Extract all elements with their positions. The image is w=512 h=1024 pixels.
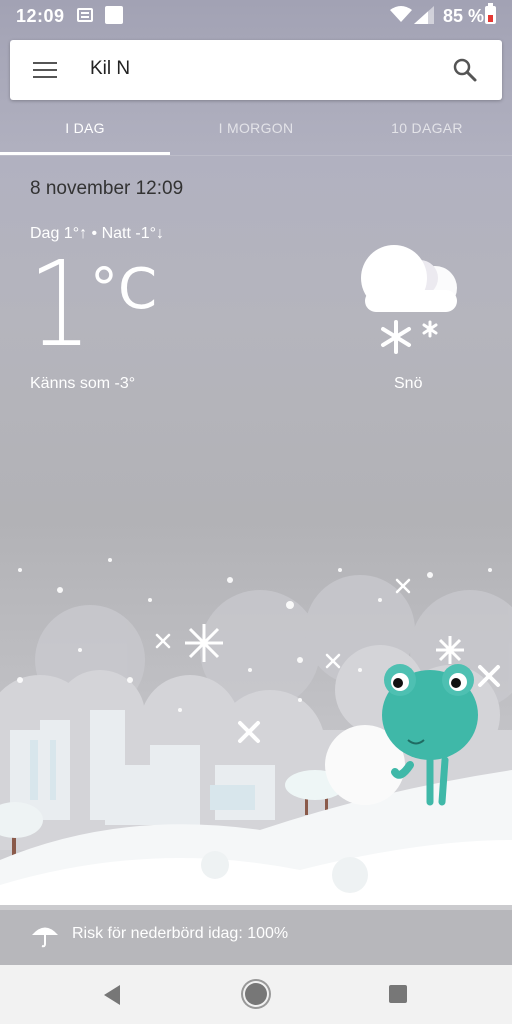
- feels-like: Känns som -3°: [30, 375, 136, 392]
- location-search-bar[interactable]: Kil N: [10, 40, 502, 100]
- current-temperature: 1: [28, 235, 92, 373]
- temperature-unit: °C: [90, 257, 158, 322]
- current-datetime: 8 november 12:09: [30, 178, 184, 199]
- search-icon[interactable]: [452, 57, 478, 83]
- home-icon[interactable]: [245, 983, 267, 1005]
- precipitation-risk: Risk för nederbörd idag: 100%: [72, 925, 289, 942]
- forecast-tabs: I DAG I MORGON 10 DAGAR: [0, 104, 512, 156]
- battery-percent: 85 %: [443, 6, 485, 26]
- menu-icon[interactable]: [33, 60, 57, 80]
- cell-signal-icon: [414, 6, 434, 24]
- weather-condition: Snö: [394, 375, 423, 392]
- battery-icon: [485, 3, 496, 24]
- back-icon[interactable]: [102, 984, 122, 1006]
- snow-cloud-icon: [361, 245, 457, 354]
- wifi-icon: [390, 6, 412, 22]
- system-nav-bar: [0, 965, 512, 1024]
- message-notification-icon: [77, 8, 93, 22]
- snowy-frog-illustration: [0, 558, 512, 910]
- active-tab-indicator: [0, 152, 170, 155]
- status-bar: 12:09 85 %: [0, 0, 512, 34]
- recent-apps-icon[interactable]: [389, 985, 407, 1003]
- weather-app-screen: 12:09 85 % Kil N I DAG I MORGON 10 DAGAR…: [0, 0, 512, 1024]
- status-time: 12:09: [16, 6, 65, 26]
- tab-divider: [0, 155, 512, 156]
- precipitation-bar: Risk för nederbörd idag: 100%: [0, 905, 512, 965]
- tab-today[interactable]: I DAG: [0, 104, 170, 156]
- tab-tomorrow[interactable]: I MORGON: [171, 104, 341, 156]
- tab-10-days[interactable]: 10 DAGAR: [342, 104, 512, 156]
- app-notification-icon: [105, 6, 123, 24]
- location-query[interactable]: Kil N: [90, 58, 130, 80]
- umbrella-icon: [32, 927, 58, 948]
